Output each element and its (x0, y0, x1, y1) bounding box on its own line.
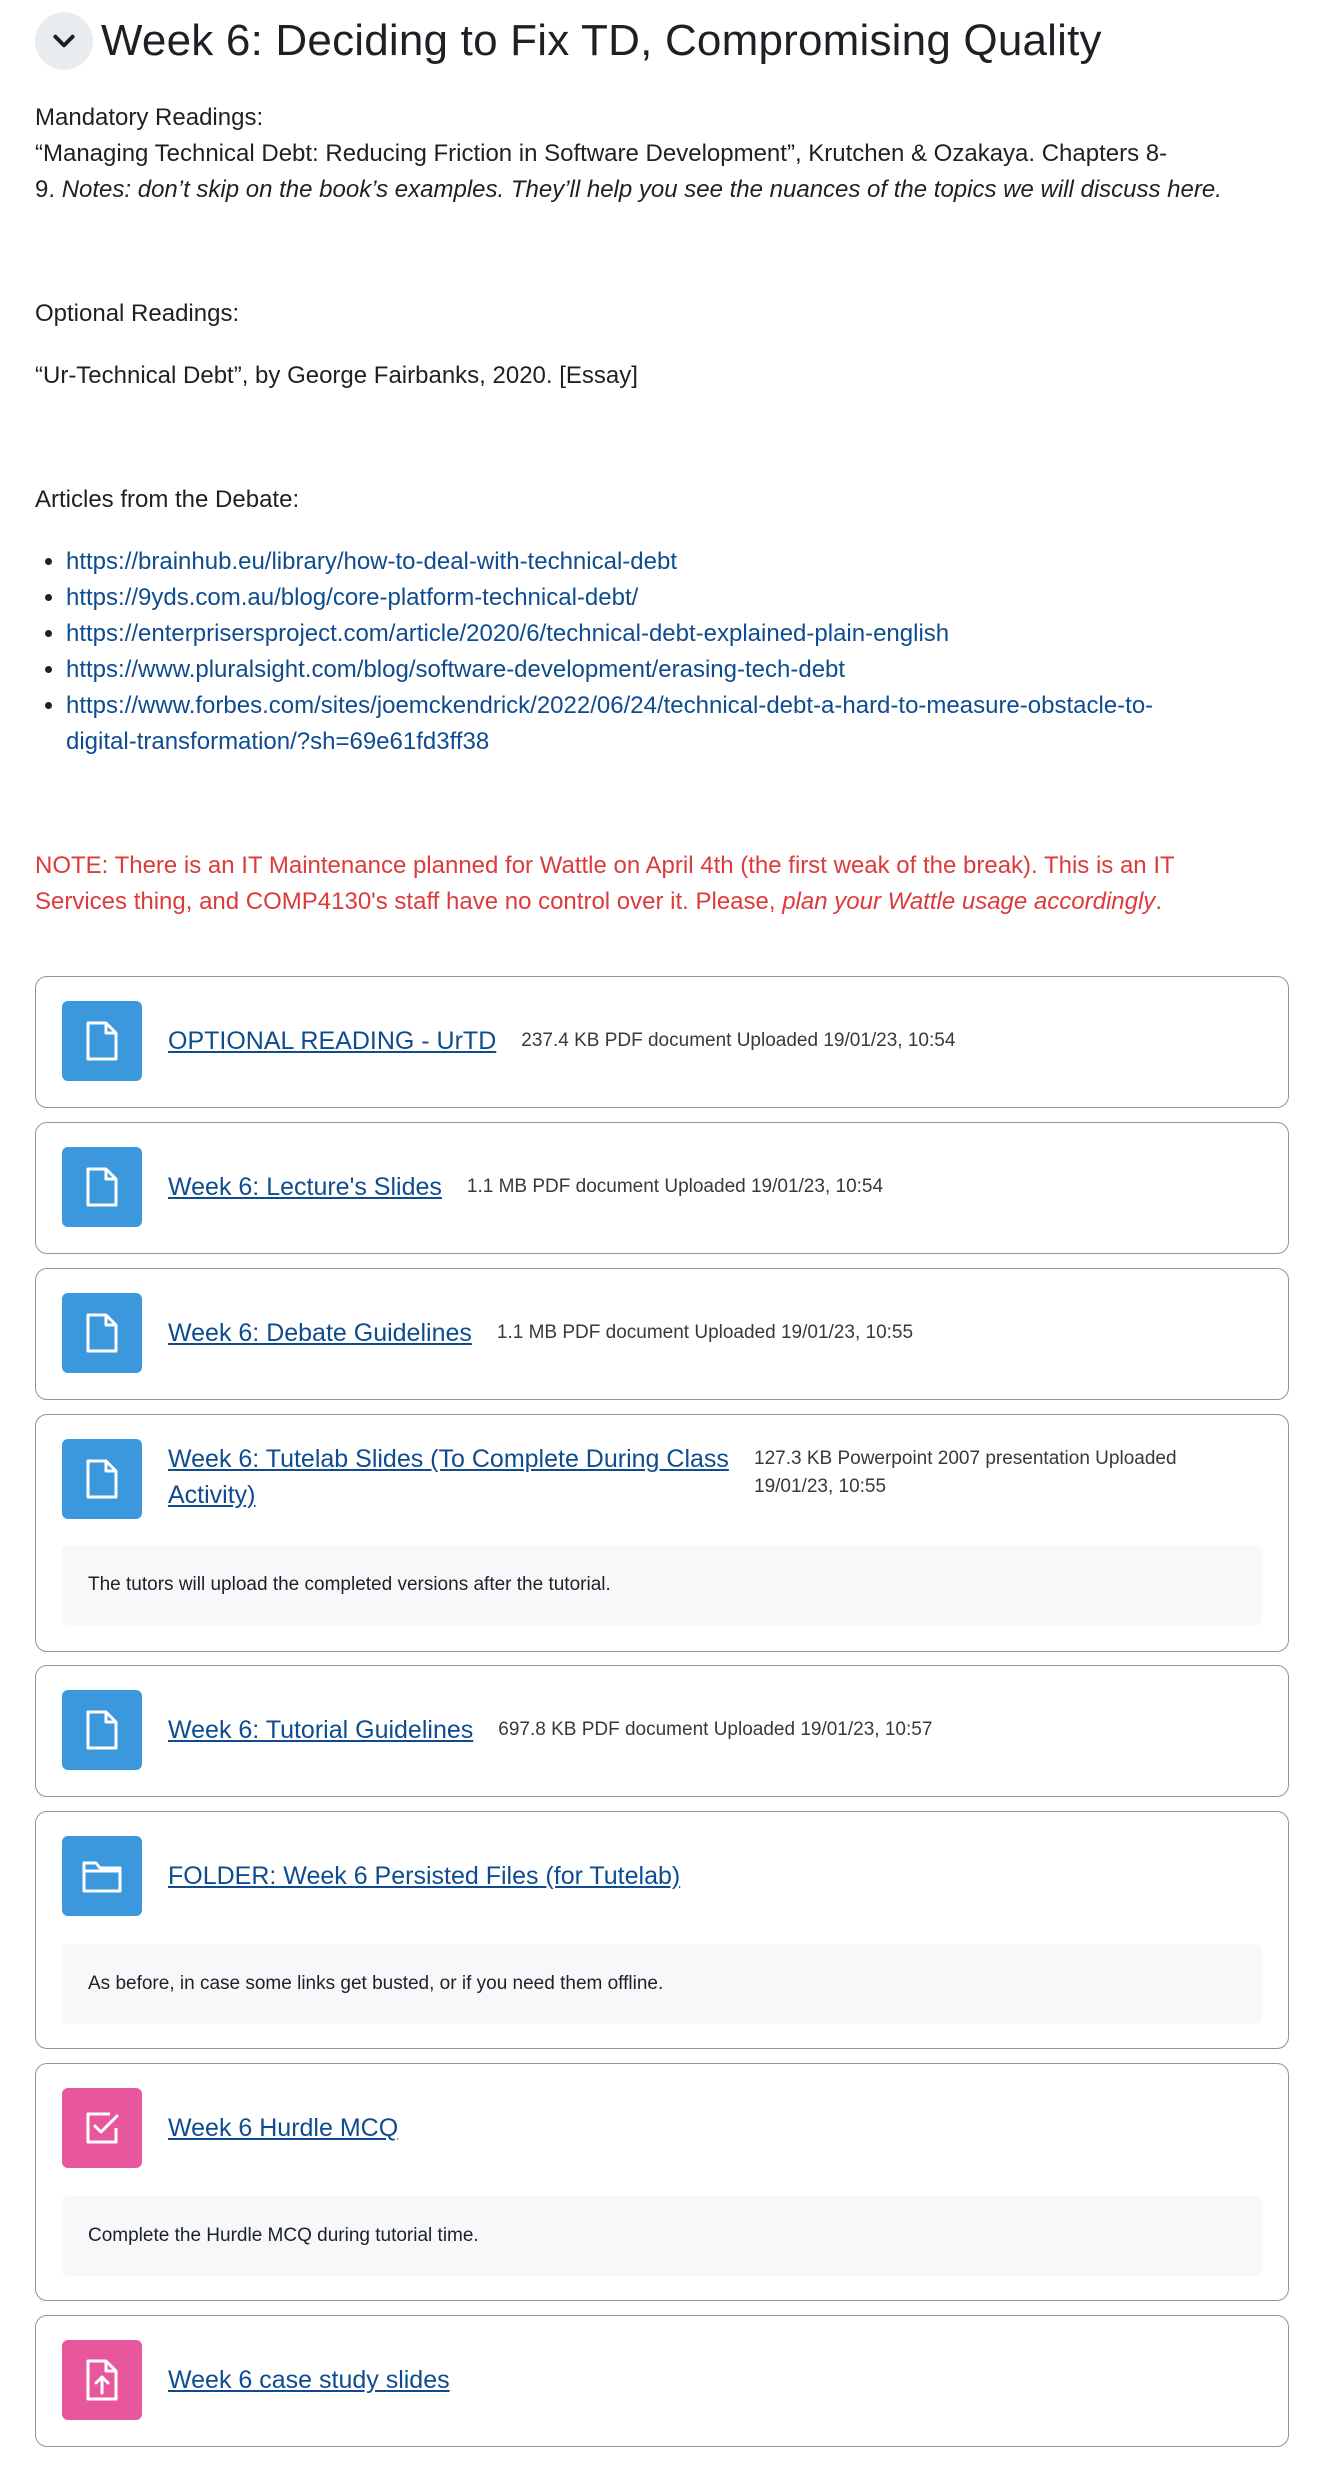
article-link[interactable]: https://9yds.com.au/blog/core-platform-t… (66, 584, 638, 611)
debate-articles-heading: Articles from the Debate: (35, 486, 300, 513)
article-link[interactable]: https://brainhub.eu/library/how-to-deal-… (66, 548, 677, 575)
quiz-checkbox-icon (86, 2112, 119, 2144)
article-link[interactable]: https://www.pluralsight.com/blog/softwar… (66, 656, 845, 683)
list-item: https://brainhub.eu/library/how-to-deal-… (66, 544, 1285, 580)
note-line: NOTE: There is an IT Maintenance planned… (35, 852, 1175, 879)
activity-icon (62, 1001, 142, 1081)
activity-row: FOLDER: Week 6 Persisted Files (for Tute… (62, 1836, 1262, 1916)
list-item: https://www.pluralsight.com/blog/softwar… (66, 652, 1285, 688)
list-item: https://www.forbes.com/sites/joemckendri… (66, 688, 1285, 760)
article-link[interactable]: https://enterprisersproject.com/article/… (66, 620, 949, 647)
activity-icon (62, 1293, 142, 1373)
optional-reading-item: “Ur-Technical Debt”, by George Fairbanks… (35, 362, 638, 389)
optional-readings-heading: Optional Readings: (35, 300, 240, 327)
activity-row: Week 6: Lecture's Slides 1.1 MB PDF docu… (62, 1147, 1262, 1227)
maintenance-note: NOTE: There is an IT Maintenance planned… (35, 848, 1285, 920)
activity-description: As before, in case some links get busted… (62, 1944, 1262, 2024)
mandatory-reading-line: 9. Notes: don’t skip on the book’s examp… (35, 172, 1285, 208)
mandatory-reading-note: Notes: don’t skip on the book’s examples… (61, 176, 1222, 203)
activity-card: Week 6: Tutorial Guidelines 697.8 KB PDF… (35, 1665, 1289, 1797)
chevron-down-icon (53, 34, 75, 48)
activity-card: Week 6: Lecture's Slides 1.1 MB PDF docu… (35, 1122, 1289, 1254)
mandatory-reading-text: 9. (35, 176, 62, 203)
section-title: Week 6: Deciding to Fix TD, Compromising… (101, 16, 1102, 65)
activity-link[interactable]: OPTIONAL READING - UrTD (168, 1023, 496, 1059)
file-icon (86, 1459, 118, 1499)
note-line: Services thing, and COMP4130's staff hav… (35, 884, 1285, 920)
activity-card: Week 6: Tutelab Slides (To Complete Duri… (35, 1414, 1289, 1652)
activity-link-line: Activity) (168, 1481, 256, 1509)
file-icon (86, 1710, 118, 1750)
activity-details: 127.3 KB Powerpoint 2007 presentation Up… (754, 1445, 1177, 1501)
activity-card: Week 6 Hurdle MCQ Complete the Hurdle MC… (35, 2063, 1289, 2301)
section-summary: Mandatory Readings: “Managing Technical … (35, 100, 1285, 920)
folder-icon (82, 1861, 122, 1893)
activity-row: Week 6: Debate Guidelines 1.1 MB PDF doc… (62, 1293, 1262, 1373)
activity-row: Week 6 case study slides (62, 2340, 1262, 2420)
activity-link[interactable]: Week 6 case study slides (168, 2362, 450, 2398)
activity-details: 1.1 MB PDF document Uploaded 19/01/23, 1… (466, 1176, 884, 1197)
activity-link[interactable]: Week 6: Tutelab Slides (To Complete Duri… (168, 1441, 738, 1513)
file-icon (86, 1167, 118, 1207)
activity-row: Week 6: Tutorial Guidelines 697.8 KB PDF… (62, 1690, 1262, 1770)
activity-row: Week 6: Tutelab Slides (To Complete Duri… (62, 1439, 1262, 1519)
activity-details-line: 19/01/23, 10:55 (754, 1476, 887, 1497)
article-link-line: digital-transformation/?sh=69e61fd3ff38 (66, 728, 490, 755)
activity-card: Week 6: Debate Guidelines 1.1 MB PDF doc… (35, 1268, 1289, 1400)
note-text: . (1155, 888, 1162, 915)
activity-icon (62, 2088, 142, 2168)
activity-icon (62, 1690, 142, 1770)
activity-details: 1.1 MB PDF document Uploaded 19/01/23, 1… (496, 1322, 914, 1343)
mandatory-reading-line: “Managing Technical Debt: Reducing Frict… (35, 140, 1168, 167)
list-item: https://enterprisersproject.com/article/… (66, 616, 1285, 652)
activity-icon (62, 1147, 142, 1227)
article-link-line: https://www.forbes.com/sites/joemckendri… (66, 692, 1154, 719)
activity-icon (62, 1439, 142, 1519)
note-text: Services thing, and COMP4130's staff hav… (35, 888, 783, 915)
activity-link[interactable]: Week 6: Lecture's Slides (168, 1169, 442, 1205)
section-header: Week 6: Deciding to Fix TD, Compromising… (35, 0, 1285, 82)
activity-link[interactable]: Week 6 Hurdle MCQ (168, 2110, 398, 2146)
activity-card: Week 6 case study slides (35, 2315, 1289, 2447)
activity-link[interactable]: Week 6: Tutorial Guidelines (168, 1712, 473, 1748)
activity-icon (62, 2340, 142, 2420)
course-section: Week 6: Deciding to Fix TD, Compromising… (0, 0, 1320, 920)
activity-details: 697.8 KB PDF document Uploaded 19/01/23,… (498, 1719, 933, 1740)
activity-card: OPTIONAL READING - UrTD 237.4 KB PDF doc… (35, 976, 1289, 1108)
activity-row: OPTIONAL READING - UrTD 237.4 KB PDF doc… (62, 1001, 1262, 1081)
debate-articles-list: https://brainhub.eu/library/how-to-deal-… (35, 544, 1285, 760)
activity-details: 237.4 KB PDF document Uploaded 19/01/23,… (521, 1030, 956, 1051)
mandatory-readings-heading: Mandatory Readings: (35, 104, 264, 131)
activity-link[interactable]: Week 6: Debate Guidelines (168, 1315, 472, 1351)
activity-description: The tutors will upload the completed ver… (62, 1545, 1262, 1625)
note-emphasis: plan your Wattle usage accordingly (782, 888, 1156, 915)
activity-link[interactable]: FOLDER: Week 6 Persisted Files (for Tute… (168, 1858, 680, 1894)
collapse-section-button[interactable] (35, 12, 93, 70)
activity-card: FOLDER: Week 6 Persisted Files (for Tute… (35, 1811, 1289, 2049)
article-link[interactable]: https://www.forbes.com/sites/joemckendri… (66, 692, 1153, 755)
activity-link-line: Week 6: Tutelab Slides (To Complete Duri… (168, 1445, 729, 1473)
file-icon (86, 1021, 118, 1061)
activity-description: Complete the Hurdle MCQ during tutorial … (62, 2196, 1262, 2276)
file-icon (86, 1313, 118, 1353)
activity-details-line: 127.3 KB Powerpoint 2007 presentation Up… (754, 1448, 1177, 1469)
activity-row: Week 6 Hurdle MCQ (62, 2088, 1262, 2168)
assignment-upload-icon (86, 2359, 118, 2401)
list-item: https://9yds.com.au/blog/core-platform-t… (66, 580, 1285, 616)
activity-icon (62, 1836, 142, 1916)
